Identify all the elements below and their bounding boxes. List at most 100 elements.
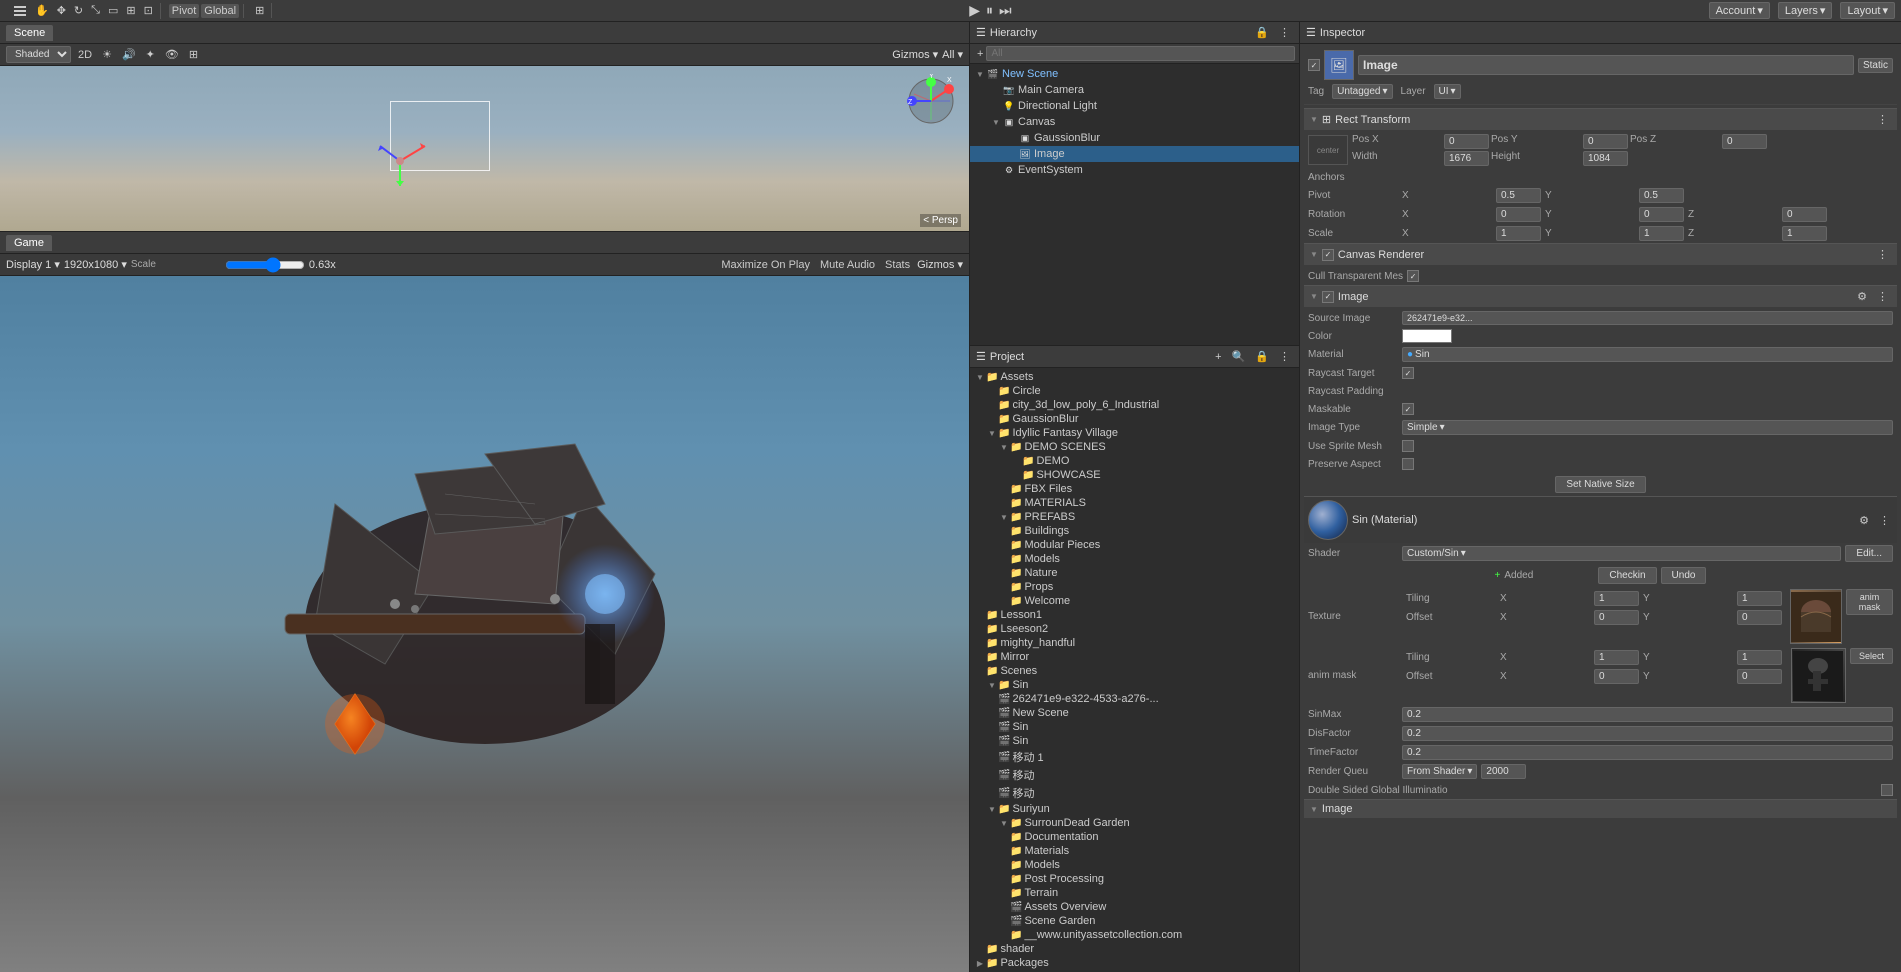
scale-z-input[interactable] (1782, 226, 1827, 241)
folder-scene-garden[interactable]: 🎬 Scene Garden (970, 914, 1299, 928)
tree-item-main-camera[interactable]: 📷 Main Camera (970, 82, 1299, 98)
layers-dropdown[interactable]: Layers ▾ (1778, 2, 1833, 19)
anchor-preset[interactable]: center (1308, 135, 1348, 165)
render-queue-from-dropdown[interactable]: From Shader ▾ (1402, 764, 1477, 779)
folder-mirror[interactable]: 📁 Mirror (970, 650, 1299, 664)
hierarchy-search[interactable] (986, 46, 1295, 61)
folder-welcome[interactable]: 📁 Welcome (970, 594, 1299, 608)
cull-checkbox[interactable]: ✓ (1407, 270, 1419, 282)
scale-slider[interactable] (225, 257, 305, 273)
folder-assets-overview[interactable]: 🎬 Assets Overview (970, 900, 1299, 914)
tree-item-gblur[interactable]: ▣ GaussionBlur (970, 130, 1299, 146)
folder-packages[interactable]: ▶ 📁 Packages (970, 956, 1299, 970)
offset-y-input[interactable] (1737, 610, 1782, 625)
double-sided-checkbox[interactable] (1881, 784, 1893, 796)
render-queue-input[interactable] (1481, 764, 1526, 779)
set-native-size-btn[interactable]: Set Native Size (1555, 476, 1645, 493)
tree-item-new-scene[interactable]: ▼ 🎬 New Scene (970, 66, 1299, 82)
tiling-x-input[interactable] (1594, 591, 1639, 606)
folder-move3[interactable]: 🎬 移动 (970, 784, 1299, 802)
folder-lseeson2[interactable]: 📁 Lseeson2 (970, 622, 1299, 636)
resolution-dropdown[interactable]: 1920x1080 ▾ (64, 258, 127, 271)
canvas-renderer-menu[interactable]: ⋮ (1874, 247, 1891, 262)
raycast-target-checkbox[interactable]: ✓ (1402, 367, 1414, 379)
anim-offset-y-input[interactable] (1737, 669, 1782, 684)
project-add[interactable]: + (1212, 350, 1224, 364)
folder-prefabs[interactable]: ▼ 📁 PREFABS (970, 510, 1299, 524)
image-settings-btn[interactable]: ⚙ (1854, 289, 1870, 304)
pivot-y-input[interactable] (1639, 188, 1684, 203)
undo-btn[interactable]: Undo (1661, 567, 1707, 584)
folder-terrain[interactable]: 📁 Terrain (970, 886, 1299, 900)
layer-dropdown[interactable]: UI ▾ (1434, 84, 1461, 99)
folder-lesson1[interactable]: 📁 Lesson1 (970, 608, 1299, 622)
image-active-checkbox[interactable]: ✓ (1322, 291, 1334, 303)
folder-sin3[interactable]: 🎬 Sin (970, 734, 1299, 748)
image-component-header[interactable]: ▼ ✓ Image ⚙ ⋮ (1304, 285, 1897, 307)
folder-materials[interactable]: 📁 MATERIALS (970, 496, 1299, 510)
hierarchy-menu[interactable]: ⋮ (1276, 25, 1293, 40)
rect-transform-menu[interactable]: ⋮ (1874, 112, 1891, 127)
rot-y-input[interactable] (1639, 207, 1684, 222)
texture-thumbnail[interactable] (1790, 589, 1842, 644)
static-button[interactable]: Static (1858, 58, 1893, 73)
anim-tiling-y-input[interactable] (1737, 650, 1782, 665)
rect-tool[interactable]: ▭ (105, 3, 121, 18)
canvas-renderer-checkbox[interactable]: ✓ (1322, 249, 1334, 261)
all-scene-dropdown[interactable]: All ▾ (942, 48, 963, 61)
folder-nature[interactable]: 📁 Nature (970, 566, 1299, 580)
posy-input[interactable] (1583, 134, 1628, 149)
sinmax-input[interactable] (1402, 707, 1893, 722)
global-button[interactable]: Global (201, 4, 239, 18)
posz-input[interactable] (1722, 134, 1767, 149)
scene-grid[interactable]: ⊞ (186, 47, 201, 62)
anim-mask-thumbnail[interactable] (1791, 648, 1846, 703)
material-menu[interactable]: ⋮ (1876, 513, 1893, 528)
project-search[interactable]: 🔍 (1229, 349, 1249, 364)
folder-move2[interactable]: 🎬 移动 (970, 766, 1299, 784)
posx-input[interactable] (1444, 134, 1489, 149)
folder-surround-dead[interactable]: ▼ 📁 SurrounDead Garden (970, 816, 1299, 830)
project-menu[interactable]: ⋮ (1276, 349, 1293, 364)
object-name-input[interactable] (1358, 55, 1854, 75)
offset-x-input[interactable] (1594, 610, 1639, 625)
color-swatch[interactable] (1402, 329, 1452, 343)
folder-shader[interactable]: 📁 shader (970, 942, 1299, 956)
shading-dropdown[interactable]: Shaded (6, 46, 71, 63)
folder-demo-scenes[interactable]: ▼ 📁 DEMO SCENES (970, 440, 1299, 454)
gizmos-game-dropdown[interactable]: Gizmos ▾ (917, 258, 963, 271)
tiling-y-input[interactable] (1737, 591, 1782, 606)
folder-guid[interactable]: 🎬 262471e9-e322-4533-a276-... (970, 692, 1299, 706)
folder-buildings[interactable]: 📁 Buildings (970, 524, 1299, 538)
step-button[interactable]: ⏭ (999, 2, 1012, 19)
scene-tab[interactable]: Scene (6, 25, 53, 41)
folder-mat2[interactable]: 📁 Materials (970, 844, 1299, 858)
rot-z-input[interactable] (1782, 207, 1827, 222)
use-sprite-checkbox[interactable] (1402, 440, 1414, 452)
folder-gaussionblur[interactable]: 📁 GaussionBlur (970, 412, 1299, 426)
preserve-aspect-checkbox[interactable] (1402, 458, 1414, 470)
shader-dropdown[interactable]: Custom/Sin ▾ (1402, 546, 1841, 561)
folder-demo[interactable]: 📁 DEMO (970, 454, 1299, 468)
scene-lighting[interactable]: ☀ (99, 47, 115, 62)
folder-fbx[interactable]: 📁 FBX Files (970, 482, 1299, 496)
layout-dropdown[interactable]: Layout ▾ (1840, 2, 1895, 19)
snap-button[interactable]: ⊞ (252, 3, 267, 18)
folder-mighty[interactable]: 📁 mighty_handful (970, 636, 1299, 650)
folder-new-scene[interactable]: 🎬 New Scene (970, 706, 1299, 720)
project-lock[interactable]: 🔒 (1252, 349, 1272, 364)
anim-mask-select-btn[interactable]: Select (1850, 648, 1893, 664)
material-settings-btn[interactable]: ⚙ (1856, 513, 1872, 528)
play-button[interactable]: ▶ (969, 2, 980, 19)
folder-unity-asset[interactable]: 📁 __www.unityassetcollection.com (970, 928, 1299, 942)
folder-city[interactable]: 📁 city_3d_low_poly_6_Industrial (970, 398, 1299, 412)
game-canvas[interactable] (0, 276, 969, 972)
scale-y-input[interactable] (1639, 226, 1684, 241)
folder-sin2[interactable]: 🎬 Sin (970, 720, 1299, 734)
texture-select-btn[interactable]: anim mask (1846, 589, 1893, 615)
folder-post-processing[interactable]: 📁 Post Processing (970, 872, 1299, 886)
folder-props[interactable]: 📁 Props (970, 580, 1299, 594)
source-image-field[interactable]: 262471e9-e32... (1402, 311, 1893, 325)
gizmos-scene-dropdown[interactable]: Gizmos ▾ (892, 48, 938, 61)
timefactor-input[interactable] (1402, 745, 1893, 760)
